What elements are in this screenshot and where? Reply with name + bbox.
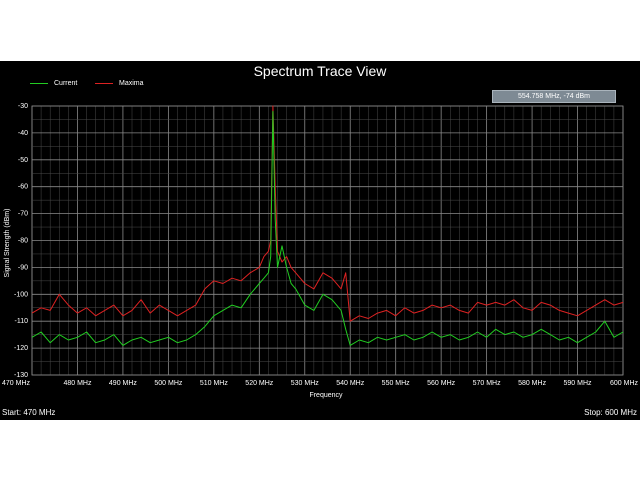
- y-tick-label: -30: [18, 103, 28, 110]
- grid: [31, 105, 624, 376]
- x-tick-label: 520 MHz: [245, 380, 274, 387]
- series: [31, 105, 624, 346]
- y-axis-label: Signal Strength (dBm): [4, 209, 11, 278]
- x-tick-label: 490 MHz: [109, 380, 138, 387]
- x-tick-label: 600 MHz: [610, 380, 639, 387]
- x-tick-label: 580 MHz: [518, 380, 547, 387]
- x-tick-label: 510 MHz: [200, 380, 229, 387]
- x-tick-label: 540 MHz: [336, 380, 365, 387]
- x-tick-label: 570 MHz: [473, 380, 502, 387]
- y-tick-label: -80: [18, 238, 28, 245]
- spectrum-chart[interactable]: -30 -40 -50 -60 -70 -80 -90 -100 -110 -120 -130470…: [0, 61, 640, 420]
- y-tick-label: -90: [18, 264, 28, 271]
- x-axis-label: Frequency: [309, 392, 343, 399]
- x-tick-label: 470 MHz: [2, 380, 31, 387]
- x-tick-label: 560 MHz: [427, 380, 456, 387]
- y-tick-label: -120: [14, 345, 28, 352]
- y-tick-label: -70: [18, 211, 28, 218]
- x-tick-label: 550 MHz: [382, 380, 411, 387]
- axes: -30 -40 -50 -60 -70 -80 -90 -100 -110 -120 -130470…: [2, 103, 638, 387]
- spectrum-trace-window: Spectrum Trace View Current Maxima 554.7…: [0, 61, 640, 420]
- y-tick-label: -100: [14, 291, 28, 298]
- status-start: Start: 470 MHz: [2, 408, 56, 417]
- y-tick-label: -110: [15, 318, 29, 325]
- x-tick-label: 480 MHz: [63, 380, 92, 387]
- y-tick-label: -130: [14, 372, 28, 379]
- y-tick-label: -40: [18, 130, 28, 137]
- y-tick-label: -50: [18, 157, 28, 164]
- status-stop: Stop: 600 MHz: [584, 408, 637, 417]
- x-tick-label: 500 MHz: [154, 380, 183, 387]
- y-tick-label: -60: [18, 184, 28, 191]
- x-tick-label: 530 MHz: [291, 380, 320, 387]
- x-tick-label: 590 MHz: [564, 380, 593, 387]
